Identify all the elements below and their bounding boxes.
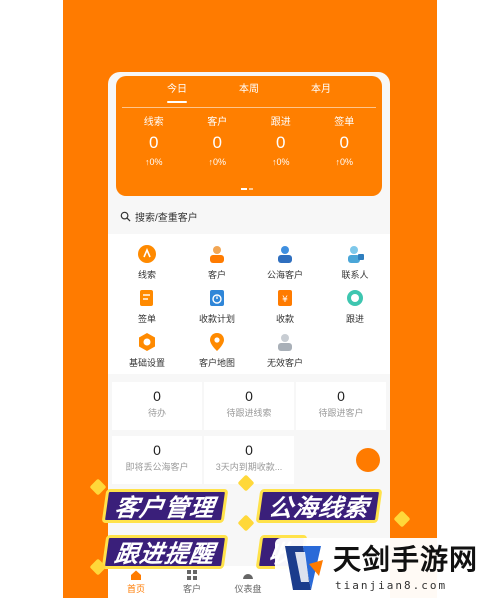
count-label: 待跟进线索 bbox=[226, 408, 272, 418]
grid-item-payment-plan[interactable]: 收款计划 bbox=[182, 284, 252, 328]
grid-item-invalid-customers[interactable]: 无效客户 bbox=[250, 328, 320, 372]
metric-label: 跟进 bbox=[270, 117, 291, 128]
follow-up-icon bbox=[347, 290, 363, 306]
metric-contracts[interactable]: 签单 0 ↑0% bbox=[313, 116, 377, 168]
count-label: 3天内到期收款... bbox=[215, 462, 283, 472]
grid-label: 联系人 bbox=[341, 270, 369, 280]
metrics-row: 线索 0 ↑0% 客户 0 ↑0% 跟进 0 ↑0% 签单 0 ↑0% bbox=[122, 116, 376, 168]
period-tabs: 今日 本周 本月 bbox=[116, 76, 382, 104]
screenshot-stage: 今日 本周 本月 线索 0 ↑0% 客户 0 ↑0% 跟进 0 ↑0% 签单 0… bbox=[0, 0, 500, 598]
grid-label: 公海客户 bbox=[266, 270, 303, 280]
search-icon bbox=[120, 211, 131, 222]
tab-this-week[interactable]: 本周 bbox=[213, 76, 285, 104]
payment-plan-icon bbox=[210, 290, 224, 306]
payment-icon: ¥ bbox=[278, 290, 292, 306]
grid-label: 签单 bbox=[137, 314, 156, 324]
grid-item-customer-map[interactable]: 客户地图 bbox=[182, 328, 252, 372]
metric-value: 0 bbox=[149, 133, 159, 152]
metric-delta: ↑0% bbox=[271, 157, 290, 167]
contract-icon bbox=[140, 290, 153, 306]
banner-word: 客户管理 bbox=[101, 489, 229, 523]
sword-logo-icon bbox=[285, 546, 323, 590]
grid-item-follow-up[interactable]: 跟进 bbox=[320, 284, 390, 328]
grid-label: 线索 bbox=[137, 270, 156, 280]
floating-action-button[interactable] bbox=[356, 448, 380, 472]
tabs-divider bbox=[122, 107, 376, 108]
metric-label: 客户 bbox=[207, 117, 228, 128]
metric-delta: ↑0% bbox=[208, 157, 226, 167]
metric-value: 0 bbox=[339, 133, 349, 152]
banner-word: 公海线索 bbox=[255, 489, 383, 523]
sparkle-icon bbox=[237, 514, 255, 532]
customer-icon bbox=[210, 246, 224, 263]
sparkle-icon bbox=[237, 474, 255, 492]
count-value: 0 bbox=[245, 388, 253, 404]
grid-label: 收款计划 bbox=[198, 314, 235, 324]
metric-value: 0 bbox=[276, 133, 286, 152]
grid-item-public-customers[interactable]: 公海客户 bbox=[250, 240, 320, 284]
page-indicator bbox=[241, 188, 257, 191]
grid-item-basic-settings[interactable]: 基础设置 bbox=[112, 328, 182, 372]
count-label: 即将丢公海客户 bbox=[125, 462, 189, 472]
grid-label: 收款 bbox=[275, 314, 294, 324]
svg-text:¥: ¥ bbox=[282, 295, 288, 305]
count-value: 0 bbox=[153, 442, 161, 458]
metric-clues[interactable]: 线索 0 ↑0% bbox=[122, 116, 186, 168]
tab-this-month[interactable]: 本月 bbox=[285, 76, 357, 104]
clue-icon bbox=[138, 245, 156, 263]
stats-card: 今日 本周 本月 线索 0 ↑0% 客户 0 ↑0% 跟进 0 ↑0% 签单 0… bbox=[116, 76, 382, 196]
count-value: 0 bbox=[337, 388, 345, 404]
count-todo[interactable]: 0 待办 bbox=[112, 382, 202, 430]
count-value: 0 bbox=[245, 442, 253, 458]
site-watermark: 天剑手游网 tianjian8.com bbox=[275, 538, 500, 598]
metric-customers[interactable]: 客户 0 ↑0% bbox=[186, 116, 250, 168]
grid-label: 客户地图 bbox=[198, 358, 235, 368]
grid-item-payments[interactable]: ¥ 收款 bbox=[250, 284, 320, 328]
tab-today[interactable]: 今日 bbox=[141, 76, 213, 104]
grid-label: 基础设置 bbox=[128, 358, 165, 368]
grid-label: 跟进 bbox=[345, 314, 364, 324]
metric-delta: ↑0% bbox=[144, 157, 163, 167]
metric-value: 0 bbox=[212, 133, 222, 152]
count-value: 0 bbox=[153, 388, 161, 404]
contact-icon bbox=[348, 246, 364, 263]
watermark-name: 天剑手游网 bbox=[333, 543, 479, 576]
metric-follow-ups[interactable]: 跟进 0 ↑0% bbox=[249, 116, 313, 168]
grid-label: 无效客户 bbox=[266, 358, 303, 368]
grid-item-clues[interactable]: 线索 bbox=[112, 240, 182, 284]
count-label: 待跟进客户 bbox=[318, 408, 364, 418]
watermark-url: tianjian8.com bbox=[335, 579, 448, 592]
sparkle-icon bbox=[393, 510, 411, 528]
settings-icon bbox=[139, 333, 155, 351]
search-bar[interactable]: 搜索/查重客户 bbox=[120, 206, 378, 226]
grid-item-customers[interactable]: 客户 bbox=[182, 240, 252, 284]
metric-label: 签单 bbox=[334, 117, 355, 128]
todo-counts: 0 待办 0 待跟进线索 0 待跟进客户 0 即将丢公海客户 0 3天内到期收款… bbox=[108, 378, 390, 488]
search-label: 搜索/查重客户 bbox=[135, 212, 198, 224]
invalid-customer-icon bbox=[278, 334, 292, 351]
map-pin-icon bbox=[210, 333, 224, 351]
banner-word: 跟进提醒 bbox=[101, 535, 229, 569]
public-customer-icon bbox=[278, 246, 292, 263]
sparkle-icon bbox=[89, 478, 107, 496]
grid-item-contracts[interactable]: 签单 bbox=[112, 284, 182, 328]
count-label: 待办 bbox=[147, 408, 166, 418]
metric-label: 线索 bbox=[143, 117, 164, 128]
count-pending-clues[interactable]: 0 待跟进线索 bbox=[204, 382, 294, 430]
count-pending-customers[interactable]: 0 待跟进客户 bbox=[296, 382, 386, 430]
grid-label: 客户 bbox=[207, 270, 226, 280]
grid-item-contacts[interactable]: 联系人 bbox=[320, 240, 390, 284]
feature-grid: 线索 客户 公海客户 联系人 签单 收款计划 ¥ 收款 跟进 基础设置 客户地图… bbox=[108, 234, 390, 374]
metric-delta: ↑0% bbox=[335, 157, 353, 167]
